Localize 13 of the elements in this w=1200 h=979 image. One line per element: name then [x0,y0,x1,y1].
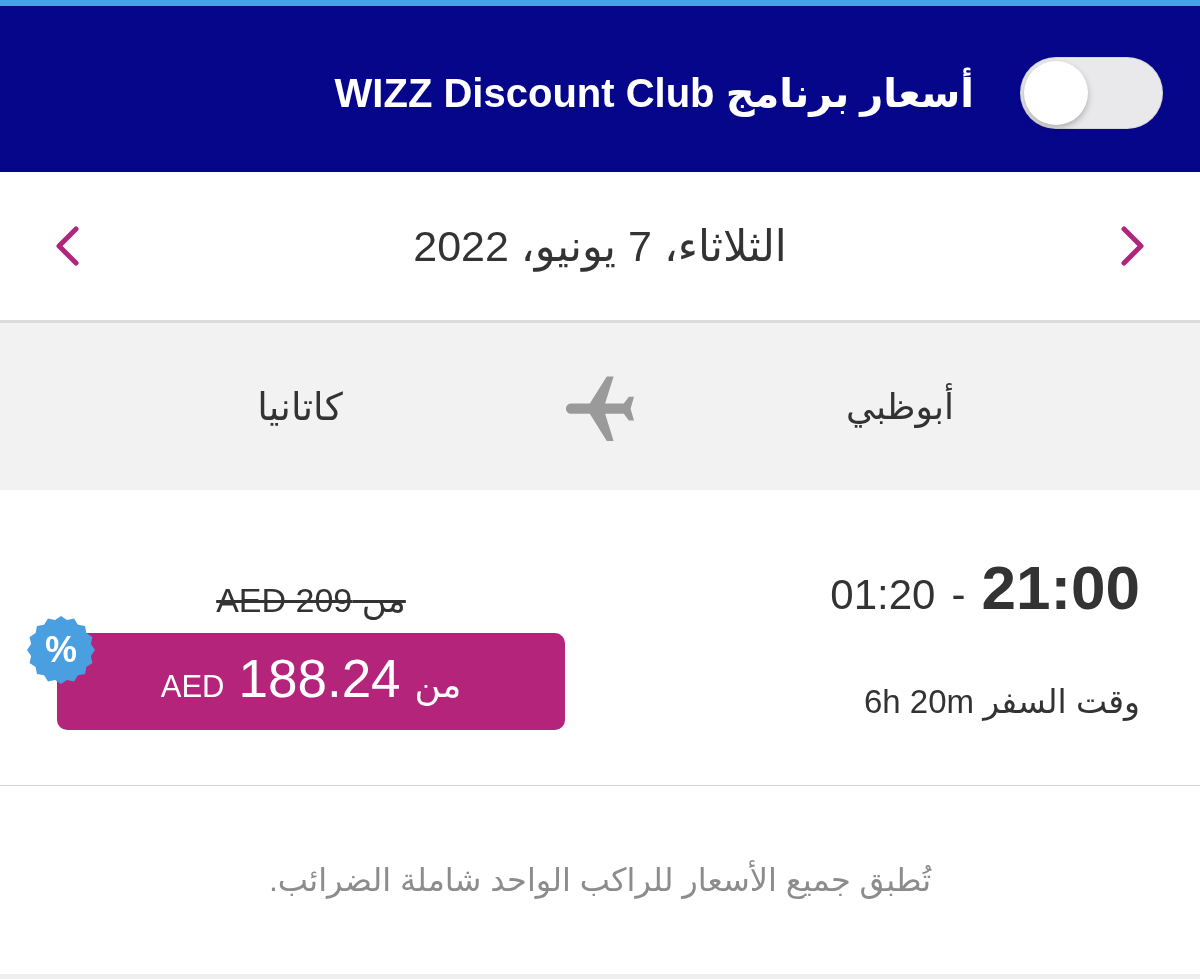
time-separator: - [951,571,966,619]
chevron-left-icon [54,226,80,266]
arrival-time: 01:20 [830,571,936,619]
date-label: الثلاثاء، 7 يونيو، 2022 [413,221,787,272]
discount-badge: % [27,616,95,684]
header-title: أسعار برنامج WIZZ Discount Club [334,69,974,117]
travel-duration: وقت السفر 6h 20m [863,682,1140,722]
destination-city: كاتانيا [257,384,343,429]
original-price: من AED 209 [216,580,406,620]
departure-time: 21:00 [981,554,1140,622]
chevron-right-icon [1120,226,1146,266]
tax-note: تُطبق جميع الأسعار للراكب الواحد شاملة الضرائب. [268,860,932,900]
origin-city: أبوظبي [845,384,955,429]
